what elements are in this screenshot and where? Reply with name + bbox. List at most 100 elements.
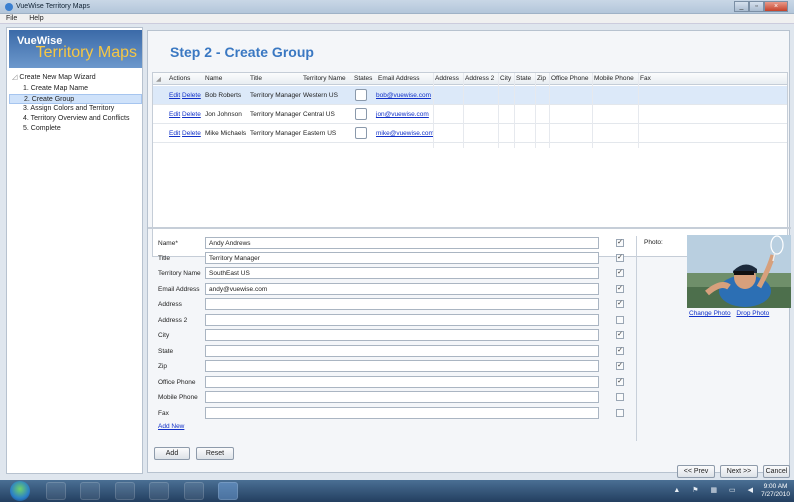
grid-header: ◢ Actions Name Title Territory Name Stat… bbox=[153, 73, 787, 85]
maximize-button[interactable]: ▫ bbox=[749, 1, 764, 12]
ie-taskbar-icon[interactable] bbox=[46, 482, 66, 500]
form-row-zip: Zip ✓ bbox=[158, 360, 624, 372]
col-state[interactable]: State bbox=[516, 75, 531, 82]
delete-link[interactable]: Delete bbox=[182, 92, 201, 99]
title-bar: VueWise Territory Maps _ ▫ × bbox=[0, 0, 794, 14]
table-row[interactable]: Edit Delete Bob Roberts Territory Manage… bbox=[153, 86, 787, 105]
edit-link[interactable]: Edit bbox=[169, 111, 180, 118]
wizard-step-4[interactable]: 4. Territory Overview and Conflicts bbox=[9, 114, 142, 124]
address-2-visible-checkbox[interactable] bbox=[616, 316, 624, 324]
reset-button[interactable]: Reset bbox=[196, 447, 234, 460]
clock[interactable]: 9:00 AM 7/27/2010 bbox=[761, 483, 790, 499]
city-visible-checkbox[interactable]: ✓ bbox=[616, 331, 624, 339]
wizard-step-3[interactable]: 3. Assign Colors and Territory bbox=[9, 104, 142, 114]
wizard-header[interactable]: ◿ Create New Map Wizard bbox=[9, 72, 142, 84]
territory-visible-checkbox[interactable]: ✓ bbox=[616, 269, 624, 277]
vuewise-taskbar-icon[interactable] bbox=[218, 482, 238, 500]
col-zip[interactable]: Zip bbox=[537, 75, 546, 82]
states-button[interactable] bbox=[355, 89, 367, 101]
fax-visible-checkbox[interactable] bbox=[616, 409, 624, 417]
fax-field[interactable] bbox=[205, 407, 599, 419]
zip-field[interactable] bbox=[205, 360, 599, 372]
col-states[interactable]: States bbox=[354, 75, 372, 82]
wizard-tree: ◿ Create New Map Wizard 1. Create Map Nam… bbox=[9, 72, 142, 134]
wizard-step-5[interactable]: 5. Complete bbox=[9, 124, 142, 134]
email-field[interactable]: andy@vuewise.com bbox=[205, 283, 599, 295]
delete-link[interactable]: Delete bbox=[182, 130, 201, 137]
col-email-address[interactable]: Email Address bbox=[378, 75, 420, 82]
explorer-taskbar-icon[interactable] bbox=[115, 482, 135, 500]
media-player-taskbar-icon[interactable] bbox=[80, 482, 100, 500]
wizard-step-1[interactable]: 1. Create Map Name bbox=[9, 84, 142, 94]
close-button[interactable]: × bbox=[764, 1, 788, 12]
prev-button[interactable]: << Prev bbox=[677, 465, 715, 478]
states-button[interactable] bbox=[355, 127, 367, 139]
cell-email[interactable]: mike@vuewise.com bbox=[376, 130, 434, 137]
form-row-mobile-phone: Mobile Phone bbox=[153, 391, 624, 405]
zip-visible-checkbox[interactable]: ✓ bbox=[616, 362, 624, 370]
col-mobile-phone[interactable]: Mobile Phone bbox=[594, 75, 634, 82]
main-panel: Step 2 - Create Group ◢ Actions Name Tit… bbox=[147, 30, 791, 478]
mobile-phone-field[interactable] bbox=[205, 391, 599, 403]
email-visible-checkbox[interactable]: ✓ bbox=[616, 285, 624, 293]
form-row-email: Email Address andy@vuewise.com ✓ bbox=[158, 283, 624, 295]
edit-link[interactable]: Edit bbox=[169, 92, 180, 99]
states-button[interactable] bbox=[355, 108, 367, 120]
window-title: VueWise Territory Maps bbox=[16, 3, 90, 10]
name-field[interactable]: Andy Andrews bbox=[205, 237, 599, 249]
address-field[interactable] bbox=[205, 298, 599, 310]
cell-territory: Central US bbox=[303, 111, 335, 118]
app-taskbar-icon[interactable] bbox=[184, 482, 204, 500]
wizard-step-2[interactable]: 2. Create Group bbox=[9, 94, 142, 104]
name-visible-checkbox[interactable]: ✓ bbox=[616, 239, 624, 247]
mobile-phone-visible-checkbox[interactable] bbox=[616, 393, 624, 401]
menu-help[interactable]: Help bbox=[23, 14, 47, 22]
cell-title: Territory Manager bbox=[250, 111, 301, 118]
city-field[interactable] bbox=[205, 329, 599, 341]
col-actions[interactable]: Actions bbox=[169, 75, 190, 82]
cancel-button[interactable]: Cancel bbox=[763, 465, 790, 478]
office-phone-visible-checkbox[interactable]: ✓ bbox=[616, 378, 624, 386]
cell-name: Jon Johnson bbox=[205, 111, 242, 118]
photo-label: Photo: bbox=[644, 239, 663, 246]
title-field[interactable]: Territory Manager bbox=[205, 252, 599, 264]
panel-splitter[interactable] bbox=[148, 227, 791, 229]
address-2-field[interactable] bbox=[205, 314, 599, 326]
page-title: Step 2 - Create Group bbox=[170, 44, 314, 60]
start-button[interactable] bbox=[10, 481, 30, 501]
col-territory-name[interactable]: Territory Name bbox=[303, 75, 346, 82]
system-tray[interactable]: ▲ ⚑ ▦ ▭ ◀ bbox=[673, 486, 758, 494]
table-row[interactable]: Edit Delete Mike Michaels Territory Mana… bbox=[153, 124, 787, 143]
col-name[interactable]: Name bbox=[205, 75, 222, 82]
next-button[interactable]: Next >> bbox=[720, 465, 758, 478]
state-visible-checkbox[interactable]: ✓ bbox=[616, 347, 624, 355]
form-row-name: Name* Andy Andrews ✓ bbox=[158, 237, 624, 249]
office-phone-field[interactable] bbox=[205, 376, 599, 388]
drop-photo-link[interactable]: Drop Photo bbox=[736, 310, 769, 317]
add-button[interactable]: Add bbox=[154, 447, 190, 460]
cell-email[interactable]: bob@vuewise.com bbox=[376, 92, 431, 99]
folder-taskbar-icon[interactable] bbox=[149, 482, 169, 500]
edit-link[interactable]: Edit bbox=[169, 130, 180, 137]
change-photo-link[interactable]: Change Photo bbox=[689, 310, 731, 317]
state-field[interactable] bbox=[205, 345, 599, 357]
col-address[interactable]: Address bbox=[435, 75, 459, 82]
delete-link[interactable]: Delete bbox=[182, 111, 201, 118]
col-address-2[interactable]: Address 2 bbox=[465, 75, 494, 82]
col-title[interactable]: Title bbox=[250, 75, 262, 82]
form-row-title: Title Territory Manager ✓ bbox=[158, 252, 624, 264]
logo-text-territory-maps: Territory Maps bbox=[35, 44, 137, 61]
col-office-phone[interactable]: Office Phone bbox=[551, 75, 588, 82]
group-grid: ◢ Actions Name Title Territory Name Stat… bbox=[152, 72, 788, 257]
table-row[interactable]: Edit Delete Jon Johnson Territory Manage… bbox=[153, 105, 787, 124]
menu-file[interactable]: File bbox=[0, 14, 21, 22]
territory-name-field[interactable]: SouthEast US bbox=[205, 267, 599, 279]
minimize-button[interactable]: _ bbox=[734, 1, 749, 12]
col-city[interactable]: City bbox=[500, 75, 511, 82]
col-fax[interactable]: Fax bbox=[640, 75, 651, 82]
address-visible-checkbox[interactable]: ✓ bbox=[616, 300, 624, 308]
cell-email[interactable]: jon@vuewise.com bbox=[376, 111, 429, 118]
title-visible-checkbox[interactable]: ✓ bbox=[616, 254, 624, 262]
add-new-link[interactable]: Add New bbox=[158, 423, 184, 430]
cell-name: Bob Roberts bbox=[205, 92, 242, 99]
